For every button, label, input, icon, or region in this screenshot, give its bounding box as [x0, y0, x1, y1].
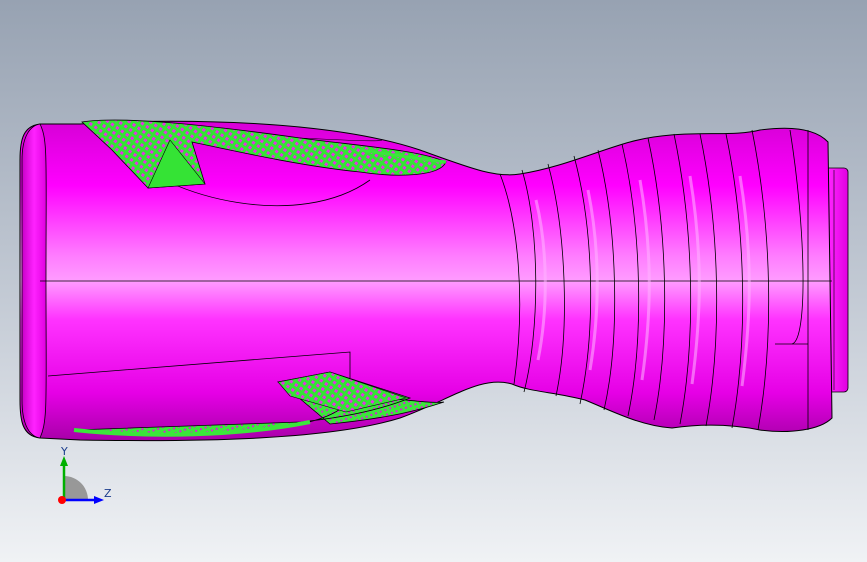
- graphics-viewport[interactable]: Y Z: [0, 0, 867, 562]
- model-view[interactable]: Y Z: [0, 0, 867, 562]
- z-axis-label: Z: [104, 487, 112, 500]
- y-axis-label: Y: [60, 445, 68, 458]
- x-axis-dot: [58, 496, 66, 504]
